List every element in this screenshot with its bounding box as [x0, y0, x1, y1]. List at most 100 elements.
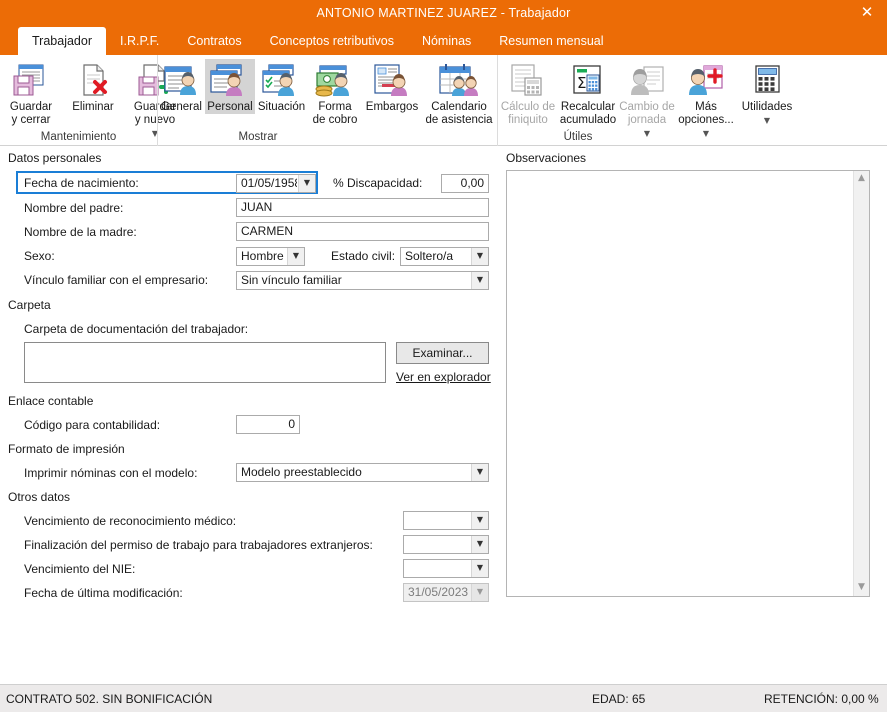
imprimir-nominas-field[interactable]: Modelo preestablecido ▼	[236, 463, 489, 482]
workday-change-icon	[625, 62, 669, 98]
ribbon-button-general[interactable]: General	[158, 59, 205, 114]
codigo-contabilidad-field[interactable]: 0	[236, 415, 300, 434]
label-vencimiento-nie: Vencimiento del NIE:	[24, 562, 135, 576]
close-icon[interactable]: ✕	[847, 0, 887, 27]
person-personal-icon	[208, 62, 252, 98]
save-close-icon	[11, 62, 51, 98]
settlement-calc-icon	[506, 62, 550, 98]
tab-irpf[interactable]: I.R.P.F.	[106, 27, 173, 55]
fecha-nacimiento-field[interactable]: 01/05/1958 ▼	[236, 174, 316, 193]
nombre-madre-field[interactable]: CARMEN	[236, 222, 489, 241]
ribbon-label-line2: y cerrar	[0, 114, 62, 127]
sexo-field[interactable]: Hombre ▼	[236, 247, 305, 266]
tab-strip: TrabajadorI.R.P.F.ContratosConceptos ret…	[0, 27, 887, 55]
chevron-down-icon[interactable]: ▼	[471, 464, 488, 481]
chevron-down-icon[interactable]: ▼	[471, 512, 488, 529]
ribbon-label-line1: Guardar	[0, 101, 62, 114]
ribbon-label-line2: opciones...	[676, 114, 736, 127]
label-finalizacion-permiso: Finalización del permiso de trabajo para…	[24, 538, 373, 552]
ribbon-label-line2: acumulado	[558, 114, 618, 127]
tab-resumen-mensual[interactable]: Resumen mensual	[485, 27, 617, 55]
title-bar: ANTONIO MARTINEZ JUAREZ - Trabajador ✕	[0, 0, 887, 27]
attendance-calendar-icon	[430, 62, 488, 98]
vencimiento-medico-field[interactable]: ▼	[403, 511, 489, 530]
label-estado-civil: Estado civil:	[331, 249, 395, 263]
fecha-nacimiento-value: 01/05/1958	[241, 175, 297, 192]
imprimir-nominas-value: Modelo preestablecido	[241, 464, 470, 481]
ribbon-button-forma-de-cobro[interactable]: Forma de cobro	[308, 59, 362, 127]
scroll-down-icon[interactable]: ▼	[854, 580, 869, 596]
section-datos-personales: Datos personales	[8, 151, 101, 165]
ribbon-label-line1: General	[158, 101, 205, 114]
utilities-calculator-icon	[745, 62, 789, 98]
chevron-down-icon: ▼	[471, 584, 488, 601]
section-observaciones: Observaciones	[506, 151, 586, 165]
examinar-button[interactable]: Examinar...	[396, 342, 489, 364]
chevron-down-icon[interactable]: ▼	[736, 114, 798, 127]
ribbon-label-line2: finiquito	[498, 114, 558, 127]
payment-icon	[312, 62, 358, 98]
tab-contratos[interactable]: Contratos	[173, 27, 255, 55]
fecha-modificacion-field: 31/05/2023 ▼	[403, 583, 489, 602]
ribbon-button-calendario-asistencia[interactable]: Calendario de asistencia	[422, 59, 496, 127]
chevron-down-icon[interactable]: ▼	[703, 129, 709, 138]
ribbon-label-line1: Recalcular	[558, 101, 618, 114]
ribbon-label-line1: Forma	[308, 101, 362, 114]
label-carpeta-documentacion: Carpeta de documentación del trabajador:	[24, 322, 248, 336]
label-codigo-contabilidad: Código para contabilidad:	[24, 418, 160, 432]
ribbon-label-line2: de cobro	[308, 114, 362, 127]
ribbon-group-mostrar: General Personal	[157, 55, 497, 146]
ribbon-label-line1: Cambio de	[618, 101, 676, 114]
vinculo-familiar-field[interactable]: Sin vínculo familiar ▼	[236, 271, 489, 290]
delete-document-icon	[73, 62, 113, 98]
label-vinculo-familiar: Vínculo familiar con el empresario:	[24, 273, 208, 287]
ribbon-button-recalcular-acumulado[interactable]: Σ Recalcular acumulado	[558, 59, 618, 127]
ribbon-group-utiles: Cálculo de finiquito Σ Recalcular acumul…	[497, 55, 725, 146]
chevron-down-icon[interactable]: ▼	[471, 248, 488, 265]
section-carpeta: Carpeta	[8, 298, 51, 312]
chevron-down-icon[interactable]: ▼	[298, 175, 315, 192]
ribbon-label-line1: Cálculo de	[498, 101, 558, 114]
chevron-down-icon[interactable]: ▼	[287, 248, 304, 265]
finalizacion-permiso-field[interactable]: ▼	[403, 535, 489, 554]
ribbon-button-calculo-finiquito: Cálculo de finiquito	[498, 59, 558, 127]
chevron-down-icon[interactable]: ▼	[471, 536, 488, 553]
ribbon-button-embargos[interactable]: Embargos	[362, 59, 422, 114]
scroll-up-icon[interactable]: ▲	[854, 171, 869, 187]
ribbon-button-utilidades[interactable]: Utilidades ▼	[736, 59, 798, 127]
estado-civil-field[interactable]: Soltero/a ▼	[400, 247, 489, 266]
svg-text:Σ: Σ	[577, 74, 586, 92]
vencimiento-nie-field[interactable]: ▼	[403, 559, 489, 578]
vinculo-familiar-value: Sin vínculo familiar	[241, 272, 470, 289]
chevron-down-icon[interactable]: ▼	[471, 560, 488, 577]
observaciones-textarea[interactable]: ▲ ▼	[506, 170, 870, 597]
label-fecha-nacimiento: Fecha de nacimiento:	[24, 176, 139, 190]
carpeta-documentacion-field[interactable]	[24, 342, 386, 383]
ribbon-button-situacion[interactable]: Situación	[255, 59, 308, 114]
discapacidad-field[interactable]: 0,00	[441, 174, 489, 193]
garnishment-icon	[369, 62, 415, 98]
status-edad: EDAD: 65	[592, 685, 645, 713]
ribbon-button-mas-opciones[interactable]: Más opciones...▼	[676, 59, 736, 141]
ribbon-group-label: Mantenimiento	[0, 131, 157, 143]
nombre-padre-field[interactable]: JUAN	[236, 198, 489, 217]
ribbon-button-personal[interactable]: Personal	[205, 59, 255, 114]
sexo-value: Hombre	[241, 248, 286, 265]
label-sexo: Sexo:	[24, 249, 55, 263]
observaciones-scrollbar[interactable]: ▲ ▼	[853, 171, 869, 596]
person-general-icon	[161, 62, 203, 98]
ribbon-group-label: Mostrar	[158, 131, 358, 143]
tab-trabajador[interactable]: Trabajador	[18, 27, 106, 55]
tab-nominas[interactable]: Nóminas	[408, 27, 485, 55]
ribbon-button-guardar-y-cerrar[interactable]: Guardar y cerrar	[0, 59, 62, 127]
tab-conceptos-retributivos[interactable]: Conceptos retributivos	[256, 27, 408, 55]
ribbon-button-cambio-jornada: Cambio de jornada▼	[618, 59, 676, 141]
ribbon-button-eliminar[interactable]: Eliminar	[62, 59, 124, 114]
ribbon-label-line1: Embargos	[362, 101, 422, 114]
label-imprimir-nominas: Imprimir nóminas con el modelo:	[24, 466, 197, 480]
label-fecha-modificacion: Fecha de última modificación:	[24, 586, 183, 600]
ver-en-explorador-link[interactable]: Ver en explorador	[396, 370, 491, 384]
ribbon-label-line1: Eliminar	[62, 101, 124, 114]
ribbon-label-line1: Calendario	[422, 101, 496, 114]
chevron-down-icon[interactable]: ▼	[471, 272, 488, 289]
